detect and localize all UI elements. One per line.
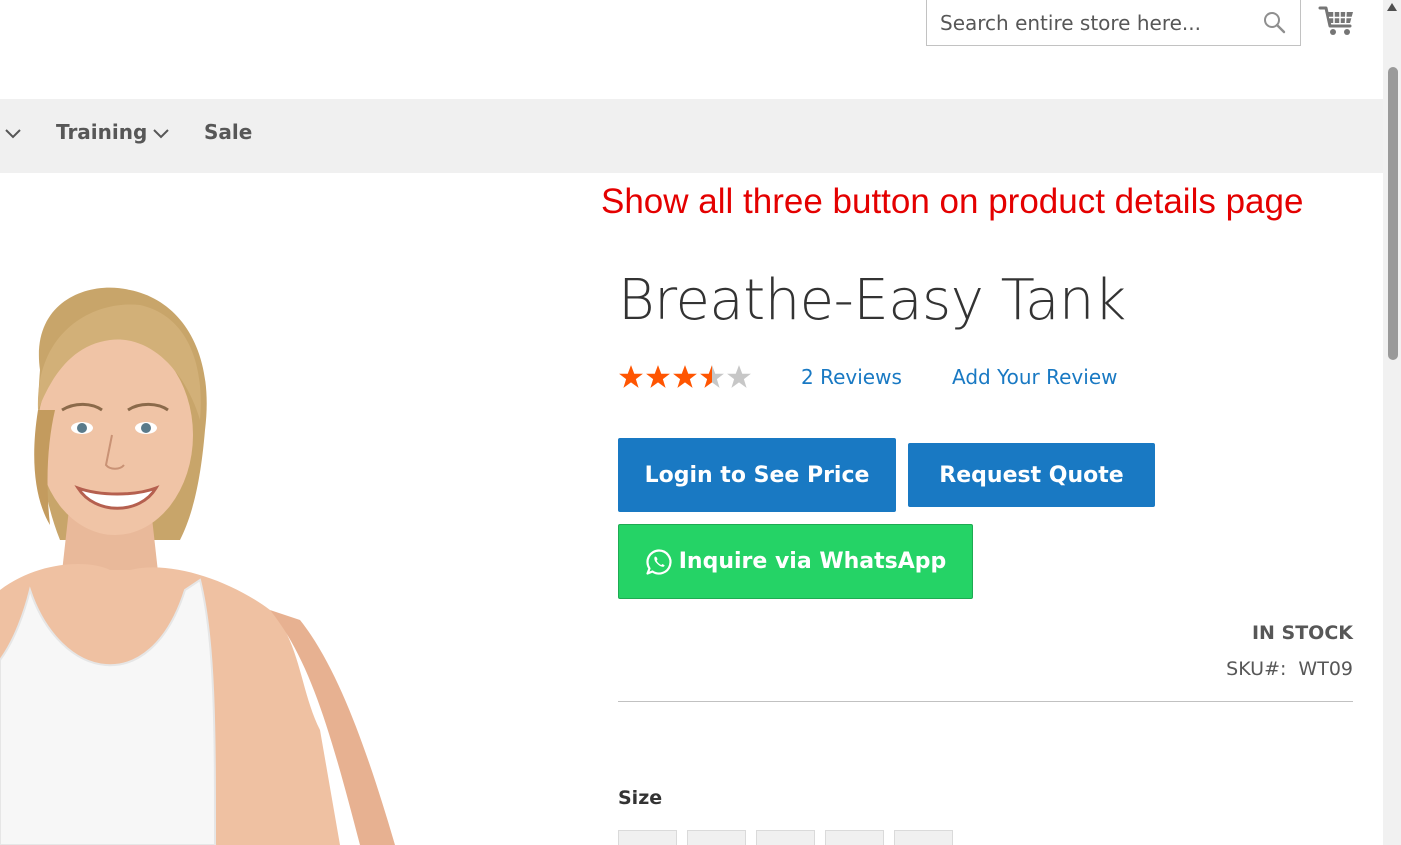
star-filled-icon <box>646 365 670 388</box>
scrollbar-thumb[interactable] <box>1388 67 1398 360</box>
size-swatch[interactable] <box>756 830 815 845</box>
whatsapp-inquiry-button[interactable]: Inquire via WhatsApp <box>618 524 973 599</box>
whatsapp-icon <box>646 548 672 575</box>
request-quote-button[interactable]: Request Quote <box>908 443 1155 507</box>
stock-status: IN STOCK <box>1251 622 1353 644</box>
cart-icon[interactable] <box>1318 2 1356 38</box>
size-swatch[interactable] <box>618 830 677 845</box>
login-button-label: Login to See Price <box>644 462 870 488</box>
chevron-down-icon[interactable] <box>152 128 170 140</box>
annotation-text: Show all three button on product details… <box>601 182 1304 221</box>
rating-stars <box>618 364 753 392</box>
product-image[interactable] <box>0 260 420 845</box>
nav-item-training[interactable]: Training <box>56 120 147 144</box>
sku: SKU#: WT09 <box>1226 658 1353 680</box>
login-to-see-price-button[interactable]: Login to See Price <box>618 438 896 512</box>
star-empty-icon <box>727 365 751 388</box>
size-swatch[interactable] <box>687 830 746 845</box>
divider <box>618 701 1353 702</box>
search-icon[interactable] <box>1262 10 1286 34</box>
size-swatches <box>618 830 953 845</box>
scroll-up-arrow-icon[interactable] <box>1386 2 1398 12</box>
nav-item-sale[interactable]: Sale <box>204 120 252 144</box>
sku-label: SKU#: <box>1226 658 1287 680</box>
star-half-icon <box>700 365 724 388</box>
product-page: Training Sale Show all three button on p… <box>0 0 1383 845</box>
sku-value: WT09 <box>1298 658 1353 680</box>
search-input[interactable] <box>927 0 1247 45</box>
search-box <box>926 0 1301 46</box>
request-quote-label: Request Quote <box>939 462 1124 488</box>
size-label: Size <box>618 787 663 809</box>
reviews-link[interactable]: 2 Reviews <box>801 365 902 389</box>
star-filled-icon <box>673 365 697 388</box>
product-title: Breathe-Easy Tank <box>618 268 1126 333</box>
add-review-link[interactable]: Add Your Review <box>952 365 1118 389</box>
whatsapp-button-label: Inquire via WhatsApp <box>678 549 947 574</box>
size-swatch[interactable] <box>894 830 953 845</box>
star-filled-icon <box>619 365 643 388</box>
chevron-down-icon[interactable] <box>4 128 22 140</box>
size-swatch[interactable] <box>825 830 884 845</box>
